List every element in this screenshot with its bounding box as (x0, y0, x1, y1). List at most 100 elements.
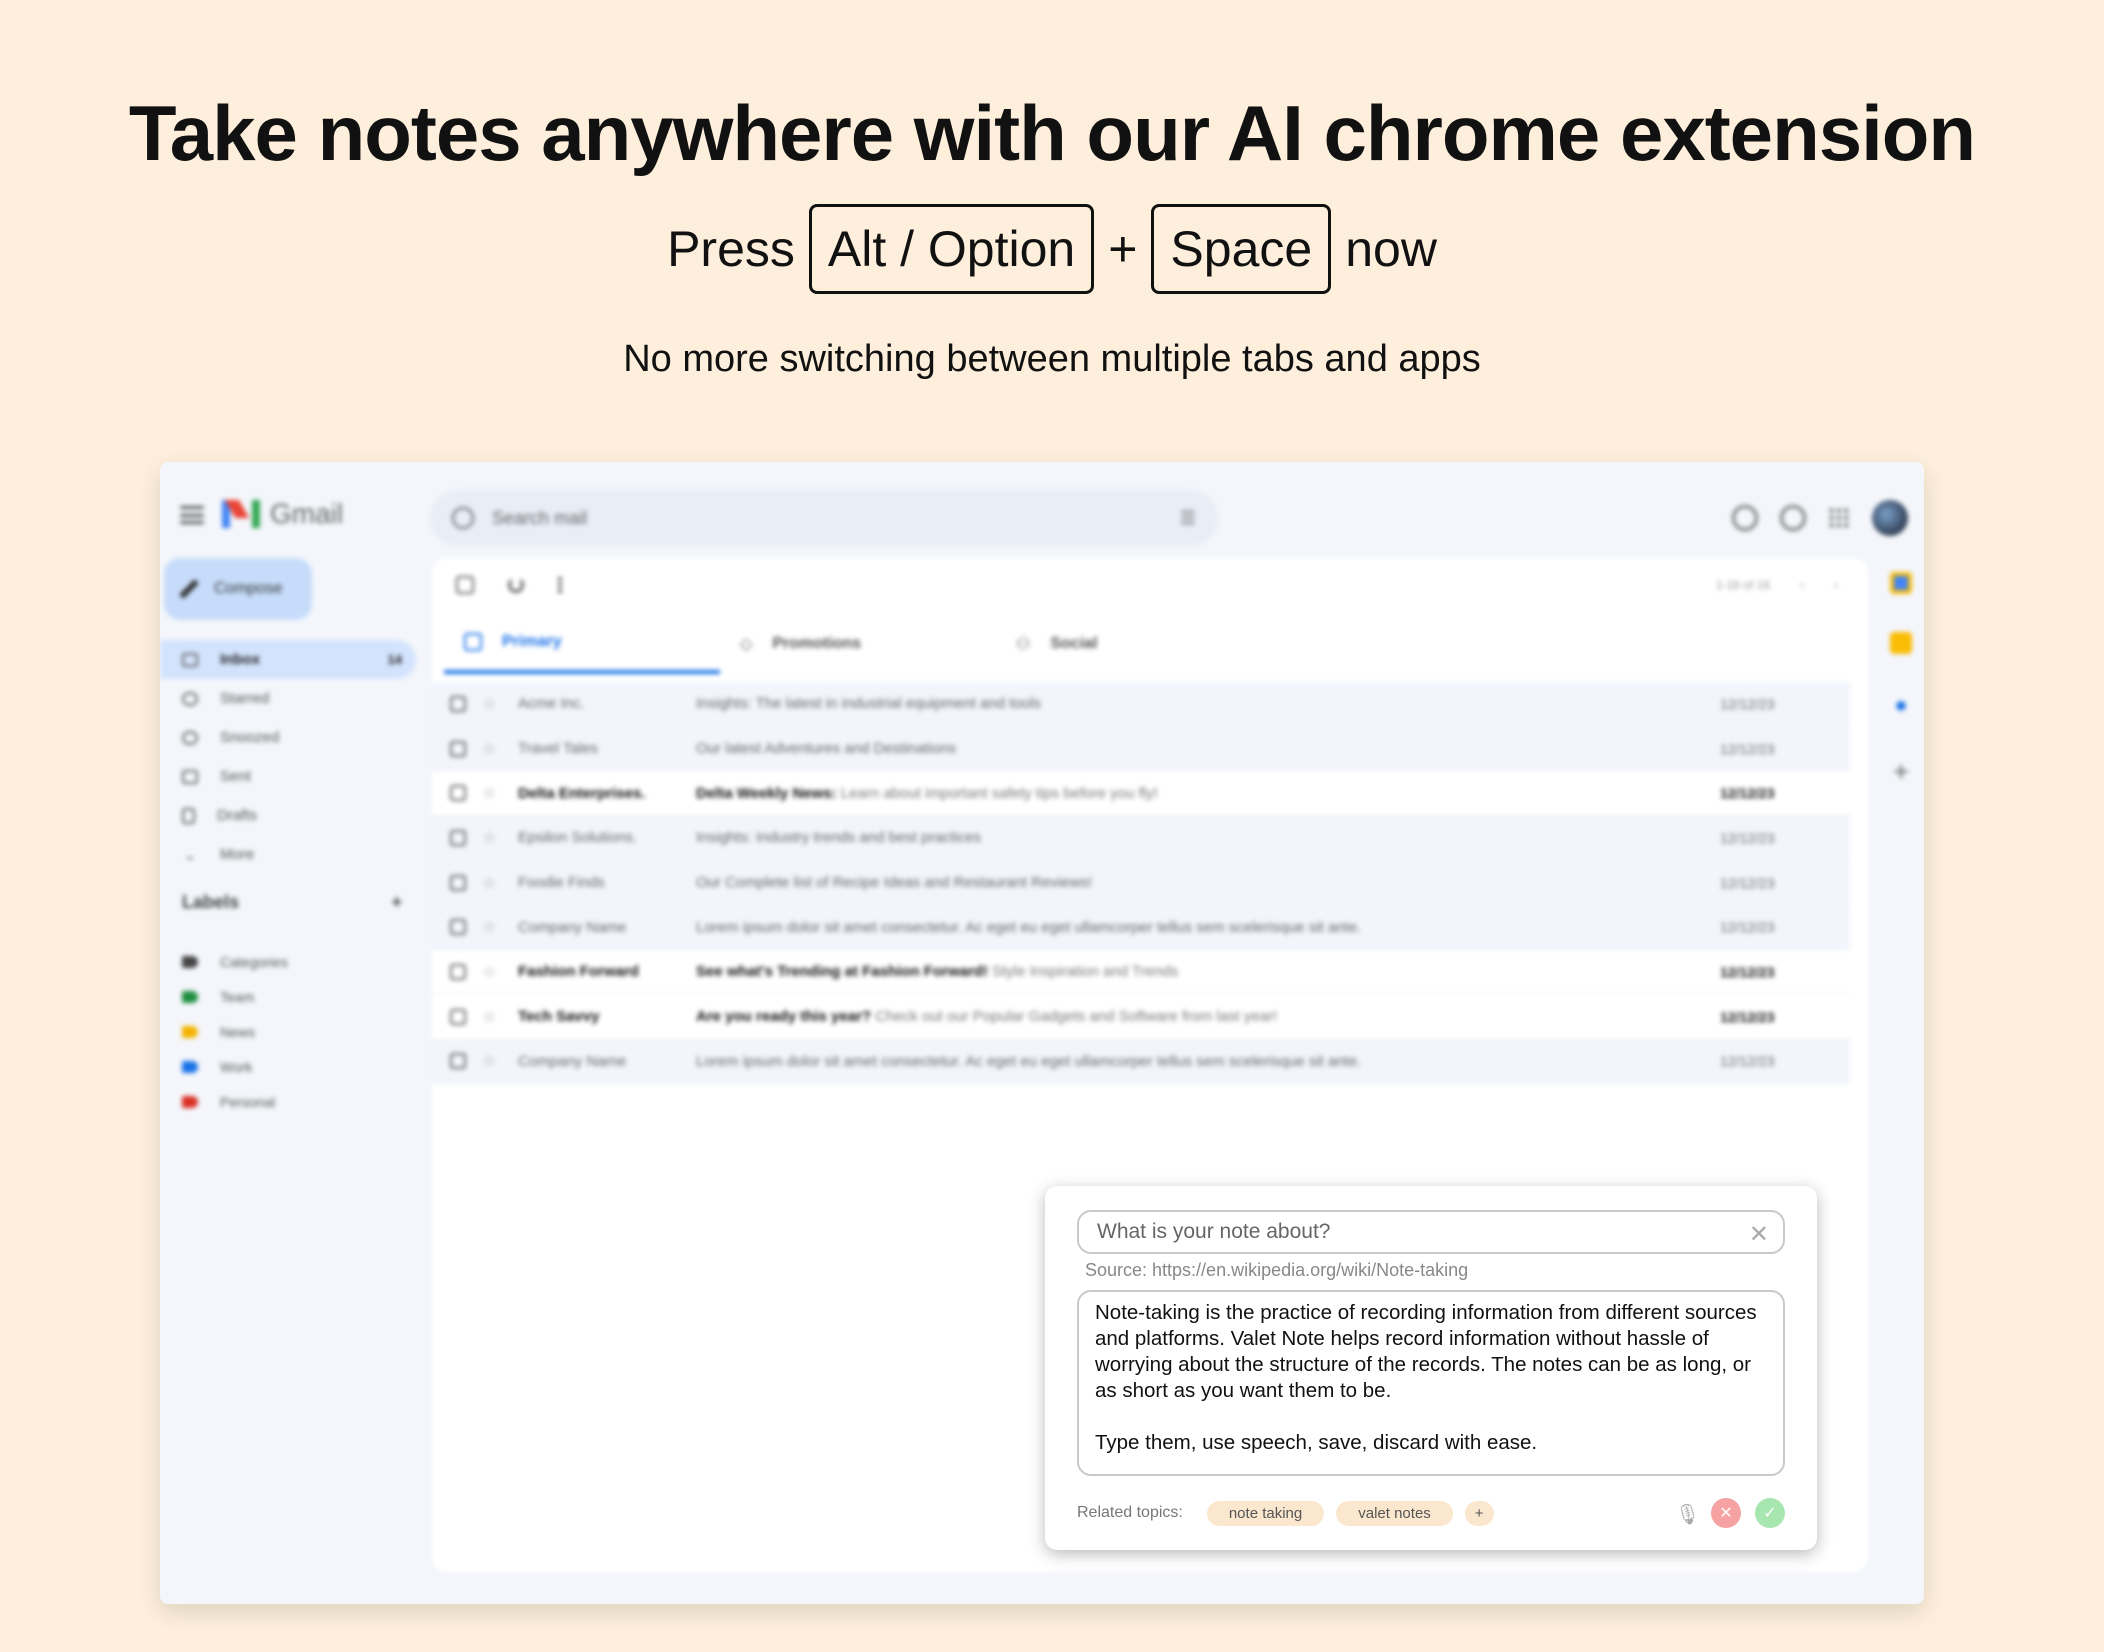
compose-label: Compose (214, 580, 283, 597)
pencil-icon (179, 579, 199, 599)
draft-file-icon (182, 807, 195, 824)
search-mail-bar[interactable]: Search mail ☰ (430, 490, 1218, 546)
discard-button[interactable]: ✕ (1711, 1498, 1741, 1528)
table-row[interactable]: ☆ Foodie Finds Our Complete list of Recipe… (432, 860, 1850, 906)
contacts-icon[interactable]: ● (1894, 692, 1907, 718)
gmail-logo-text: Gmail (270, 498, 344, 529)
gear-icon[interactable] (1780, 505, 1806, 531)
keep-icon[interactable] (1890, 632, 1912, 654)
row-checkbox[interactable] (450, 740, 466, 757)
sidebar-item-inbox[interactable]: Inbox 14 (160, 640, 416, 679)
email-subject: Our latest Adventures and Destinations (696, 740, 957, 758)
pagination: 1-16 of 16 ‹ › (1716, 578, 1838, 592)
menu-icon[interactable] (180, 506, 204, 524)
label-item-team[interactable]: Team (182, 979, 288, 1014)
help-icon[interactable] (1732, 505, 1758, 531)
email-subject: Are you ready this year? (696, 1008, 872, 1026)
inbox-icon (182, 652, 198, 667)
compose-button[interactable]: Compose (164, 558, 312, 620)
email-subject-line: Our Complete list of Recipe Ideas and Re… (696, 874, 1720, 891)
apps-grid-icon[interactable] (1828, 507, 1850, 529)
calendar-icon[interactable] (1890, 572, 1912, 594)
email-subject: See what's Trending at Fashion Forward! (696, 963, 988, 981)
label-item-work[interactable]: Work (182, 1049, 288, 1084)
mic-off-icon[interactable]: 🎙 (1675, 1502, 1700, 1526)
star-icon[interactable]: ☆ (482, 694, 502, 714)
sidebar-item-starred[interactable]: Starred (160, 679, 416, 718)
email-subject-line: Are you ready this year? Check out our P… (696, 1008, 1720, 1025)
row-checkbox[interactable] (450, 829, 466, 846)
table-row[interactable]: ☆ Epsilon Solutions. Insights: Industry tr… (432, 816, 1850, 861)
star-icon[interactable]: ☆ (482, 873, 502, 893)
tab-primary[interactable]: Primary (444, 614, 720, 674)
topic-chip[interactable]: valet notes (1336, 1500, 1453, 1526)
star-icon[interactable]: ☆ (482, 739, 502, 759)
table-row[interactable]: ☆ Delta Enterprises. Delta Weekly News: Le… (432, 771, 1850, 817)
gmail-logo[interactable]: Gmail (222, 498, 343, 530)
email-subject-line: Insights: Industry trends and best pract… (696, 829, 1720, 846)
sidebar-item-sent[interactable]: Sent (160, 757, 416, 796)
email-subject-line: Lorem ipsum dolor sit amet consectetur. … (696, 919, 1720, 936)
star-icon[interactable]: ☆ (482, 1051, 502, 1071)
table-row[interactable]: ☆ Company Name Lorem ipsum dolor sit amet … (432, 1039, 1850, 1085)
avatar[interactable] (1872, 500, 1908, 536)
sidebar-item-more[interactable]: ⌄ More (160, 835, 416, 874)
label-item-personal[interactable]: Personal (182, 1084, 288, 1119)
now-word: now (1345, 221, 1437, 277)
table-row[interactable]: ☆ Tech Savvy Are you ready this year? Chec… (432, 994, 1850, 1040)
refresh-icon[interactable] (508, 577, 524, 593)
table-row[interactable]: ☆ Acme Inc. Insights: The latest in indust… (432, 682, 1850, 727)
sidebar-item-snoozed[interactable]: Snoozed (160, 718, 416, 757)
row-checkbox[interactable] (450, 1008, 466, 1025)
star-icon[interactable]: ☆ (482, 1007, 502, 1027)
chevron-right-icon[interactable]: › (1834, 578, 1838, 592)
email-snippet: Learn about important safety tips before… (840, 784, 1158, 802)
table-row[interactable]: ☆ Company Name Lorem ipsum dolor sit amet … (432, 905, 1850, 951)
plus-sign: + (1108, 221, 1138, 277)
tag-icon: ◇ (740, 636, 753, 653)
row-checkbox[interactable] (450, 874, 466, 891)
product-screenshot: Gmail Search mail ☰ Compose Inbox 14 Sta… (160, 462, 1924, 1604)
row-checkbox[interactable] (450, 1053, 466, 1070)
add-addon-icon[interactable]: + (1893, 756, 1909, 788)
label-item-news[interactable]: News (182, 1014, 288, 1049)
sidebar-item-drafts[interactable]: Drafts (160, 796, 416, 835)
email-subject-line: Lorem ipsum dolor sit amet consectetur. … (696, 1053, 1720, 1070)
more-vert-icon[interactable] (558, 576, 562, 594)
add-label-button[interactable]: + (391, 892, 402, 913)
note-body-textarea[interactable]: Note-taking is the practice of recording… (1077, 1290, 1785, 1476)
tab-promotions[interactable]: ◇ Promotions (720, 614, 996, 674)
star-icon[interactable]: ☆ (482, 917, 502, 937)
sidebar-item-label: Inbox (220, 651, 260, 668)
topic-chip[interactable]: note taking (1206, 1500, 1325, 1526)
star-icon[interactable]: ☆ (482, 962, 502, 982)
email-subject: Lorem ipsum dolor sit amet consectetur. … (696, 918, 1362, 936)
email-date: 12/12/23 (1720, 695, 1775, 712)
label-tag-icon (182, 990, 198, 1003)
table-row[interactable]: ☆ Fashion Forward See what's Trending at F… (432, 950, 1850, 995)
hero-subtitle: No more switching between multiple tabs … (623, 338, 1481, 380)
row-checkbox[interactable] (450, 695, 466, 712)
note-title-input[interactable]: What is your note about? ✕ (1077, 1210, 1785, 1254)
select-all-checkbox[interactable] (456, 576, 474, 594)
label-text: Work (220, 1058, 253, 1075)
filter-options-icon[interactable]: ☰ (1180, 508, 1196, 529)
label-item-categories[interactable]: Categories (182, 944, 288, 979)
row-checkbox[interactable] (450, 919, 466, 936)
table-row[interactable]: ☆ Travel Tales Our latest Adventures and D… (432, 726, 1850, 772)
chevron-left-icon[interactable]: ‹ (1800, 578, 1804, 592)
row-checkbox[interactable] (450, 963, 466, 980)
row-checkbox[interactable] (450, 785, 466, 802)
add-topic-button[interactable]: + (1464, 1500, 1494, 1526)
email-subject: Lorem ipsum dolor sit amet consectetur. … (696, 1052, 1362, 1070)
email-subject-line: See what's Trending at Fashion Forward! … (696, 963, 1720, 980)
star-icon[interactable]: ☆ (482, 828, 502, 848)
star-icon[interactable]: ☆ (482, 783, 502, 803)
tab-label: Primary (502, 633, 562, 650)
label-tag-icon (182, 1095, 198, 1108)
close-icon[interactable]: ✕ (1749, 1220, 1769, 1249)
email-date: 12/12/23 (1720, 829, 1775, 846)
note-title-placeholder: What is your note about? (1097, 1220, 1331, 1243)
save-button[interactable]: ✓ (1755, 1498, 1785, 1528)
tab-social[interactable]: ⚇ Social (996, 614, 1272, 674)
